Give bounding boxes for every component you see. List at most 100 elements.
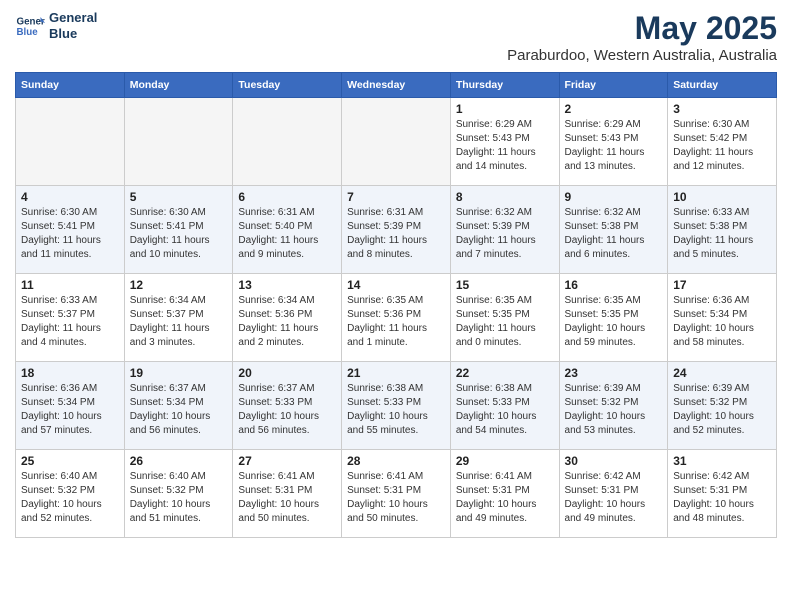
calendar-cell: 27 Sunrise: 6:41 AM Sunset: 5:31 PM Dayli… xyxy=(233,450,342,538)
header-cell-thursday: Thursday xyxy=(450,73,559,98)
day-number: 4 xyxy=(21,190,119,204)
day-number: 12 xyxy=(130,278,228,292)
calendar-cell xyxy=(233,98,342,186)
day-info: Sunrise: 6:35 AM Sunset: 5:35 PM Dayligh… xyxy=(456,294,554,350)
calendar-cell: 29Sunrise: 6:41 AM Sunset: 5:31 PM Dayli… xyxy=(450,450,559,538)
day-info: Sunrise: 6:36 AM Sunset: 5:34 PM Dayligh… xyxy=(673,294,771,350)
day-number: 2 xyxy=(565,102,663,116)
day-info: Sunrise: 6:41 AM Sunset: 5:31 PM Dayligh… xyxy=(347,470,445,526)
day-info: Sunrise: 6:29 AM Sunset: 5:43 PM Dayligh… xyxy=(565,118,663,174)
day-number: 25 xyxy=(21,454,119,468)
day-number: 22 xyxy=(456,366,554,380)
calendar-cell: 30Sunrise: 6:42 AM Sunset: 5:31 PM Dayli… xyxy=(559,450,668,538)
logo-text-general: General xyxy=(49,10,97,26)
header-cell-monday: Monday xyxy=(124,73,233,98)
calendar-cell: 17 Sunrise: 6:36 AM Sunset: 5:34 PM Dayli… xyxy=(668,274,777,362)
day-info: Sunrise: 6:35 AM Sunset: 5:36 PM Dayligh… xyxy=(347,294,445,350)
day-number: 23 xyxy=(565,366,663,380)
subtitle: Paraburdoo, Western Australia, Australia xyxy=(507,47,777,64)
day-number: 28 xyxy=(347,454,445,468)
logo: General Blue General Blue xyxy=(15,10,97,41)
day-number: 18 xyxy=(21,366,119,380)
calendar-cell: 15 Sunrise: 6:35 AM Sunset: 5:35 PM Dayli… xyxy=(450,274,559,362)
day-info: Sunrise: 6:40 AM Sunset: 5:32 PM Dayligh… xyxy=(130,470,228,526)
logo-text-blue: Blue xyxy=(49,26,97,42)
day-number: 10 xyxy=(673,190,771,204)
day-info: Sunrise: 6:30 AM Sunset: 5:41 PM Dayligh… xyxy=(21,206,119,262)
calendar-cell: 3 Sunrise: 6:30 AM Sunset: 5:42 PM Daylig… xyxy=(668,98,777,186)
day-info: Sunrise: 6:42 AM Sunset: 5:31 PM Dayligh… xyxy=(565,470,663,526)
day-info: Sunrise: 6:32 AM Sunset: 5:38 PM Dayligh… xyxy=(565,206,663,262)
day-info: Sunrise: 6:36 AM Sunset: 5:34 PM Dayligh… xyxy=(21,382,119,438)
header-cell-sunday: Sunday xyxy=(16,73,125,98)
day-info: Sunrise: 6:38 AM Sunset: 5:33 PM Dayligh… xyxy=(456,382,554,438)
calendar-cell: 8Sunrise: 6:32 AM Sunset: 5:39 PM Daylig… xyxy=(450,186,559,274)
calendar-cell: 1 Sunrise: 6:29 AM Sunset: 5:43 PM Daylig… xyxy=(450,98,559,186)
day-number: 15 xyxy=(456,278,554,292)
calendar-table: SundayMondayTuesdayWednesdayThursdayFrid… xyxy=(15,72,777,538)
calendar-cell: 6 Sunrise: 6:31 AM Sunset: 5:40 PM Daylig… xyxy=(233,186,342,274)
day-info: Sunrise: 6:30 AM Sunset: 5:41 PM Dayligh… xyxy=(130,206,228,262)
header-row: SundayMondayTuesdayWednesdayThursdayFrid… xyxy=(16,73,777,98)
calendar-cell: 28 Sunrise: 6:41 AM Sunset: 5:31 PM Dayli… xyxy=(342,450,451,538)
day-info: Sunrise: 6:30 AM Sunset: 5:42 PM Dayligh… xyxy=(673,118,771,174)
day-info: Sunrise: 6:37 AM Sunset: 5:34 PM Dayligh… xyxy=(130,382,228,438)
day-info: Sunrise: 6:31 AM Sunset: 5:40 PM Dayligh… xyxy=(238,206,336,262)
day-number: 17 xyxy=(673,278,771,292)
calendar-cell: 21 Sunrise: 6:38 AM Sunset: 5:33 PM Dayli… xyxy=(342,362,451,450)
calendar-week-5: 25 Sunrise: 6:40 AM Sunset: 5:32 PM Dayli… xyxy=(16,450,777,538)
day-info: Sunrise: 6:41 AM Sunset: 5:31 PM Dayligh… xyxy=(238,470,336,526)
day-info: Sunrise: 6:40 AM Sunset: 5:32 PM Dayligh… xyxy=(21,470,119,526)
day-number: 5 xyxy=(130,190,228,204)
day-info: Sunrise: 6:37 AM Sunset: 5:33 PM Dayligh… xyxy=(238,382,336,438)
day-number: 20 xyxy=(238,366,336,380)
day-number: 24 xyxy=(673,366,771,380)
header-cell-tuesday: Tuesday xyxy=(233,73,342,98)
calendar-cell: 19Sunrise: 6:37 AM Sunset: 5:34 PM Dayli… xyxy=(124,362,233,450)
day-number: 1 xyxy=(456,102,554,116)
calendar-cell: 4 Sunrise: 6:30 AM Sunset: 5:41 PM Daylig… xyxy=(16,186,125,274)
day-number: 14 xyxy=(347,278,445,292)
svg-text:Blue: Blue xyxy=(17,27,39,38)
calendar-cell xyxy=(124,98,233,186)
calendar-cell: 25 Sunrise: 6:40 AM Sunset: 5:32 PM Dayli… xyxy=(16,450,125,538)
header-cell-wednesday: Wednesday xyxy=(342,73,451,98)
day-info: Sunrise: 6:39 AM Sunset: 5:32 PM Dayligh… xyxy=(673,382,771,438)
day-number: 27 xyxy=(238,454,336,468)
header-cell-friday: Friday xyxy=(559,73,668,98)
calendar-body: 1 Sunrise: 6:29 AM Sunset: 5:43 PM Daylig… xyxy=(16,98,777,538)
day-info: Sunrise: 6:31 AM Sunset: 5:39 PM Dayligh… xyxy=(347,206,445,262)
calendar-week-3: 11Sunrise: 6:33 AM Sunset: 5:37 PM Dayli… xyxy=(16,274,777,362)
day-info: Sunrise: 6:38 AM Sunset: 5:33 PM Dayligh… xyxy=(347,382,445,438)
calendar-cell: 16Sunrise: 6:35 AM Sunset: 5:35 PM Dayli… xyxy=(559,274,668,362)
calendar-cell: 2 Sunrise: 6:29 AM Sunset: 5:43 PM Daylig… xyxy=(559,98,668,186)
calendar-cell: 23 Sunrise: 6:39 AM Sunset: 5:32 PM Dayli… xyxy=(559,362,668,450)
calendar-cell: 31Sunrise: 6:42 AM Sunset: 5:31 PM Dayli… xyxy=(668,450,777,538)
calendar-cell: 9 Sunrise: 6:32 AM Sunset: 5:38 PM Daylig… xyxy=(559,186,668,274)
day-info: Sunrise: 6:33 AM Sunset: 5:38 PM Dayligh… xyxy=(673,206,771,262)
day-number: 9 xyxy=(565,190,663,204)
calendar-header: SundayMondayTuesdayWednesdayThursdayFrid… xyxy=(16,73,777,98)
day-number: 7 xyxy=(347,190,445,204)
calendar-cell: 11Sunrise: 6:33 AM Sunset: 5:37 PM Dayli… xyxy=(16,274,125,362)
day-number: 3 xyxy=(673,102,771,116)
day-number: 26 xyxy=(130,454,228,468)
calendar-cell: 10 Sunrise: 6:33 AM Sunset: 5:38 PM Dayli… xyxy=(668,186,777,274)
title-block: May 2025 Paraburdoo, Western Australia, … xyxy=(507,10,777,64)
calendar-cell: 7 Sunrise: 6:31 AM Sunset: 5:39 PM Daylig… xyxy=(342,186,451,274)
calendar-week-4: 18 Sunrise: 6:36 AM Sunset: 5:34 PM Dayli… xyxy=(16,362,777,450)
calendar-cell: 24 Sunrise: 6:39 AM Sunset: 5:32 PM Dayli… xyxy=(668,362,777,450)
calendar-cell xyxy=(342,98,451,186)
day-number: 6 xyxy=(238,190,336,204)
calendar-cell xyxy=(16,98,125,186)
day-number: 29 xyxy=(456,454,554,468)
day-number: 21 xyxy=(347,366,445,380)
day-info: Sunrise: 6:32 AM Sunset: 5:39 PM Dayligh… xyxy=(456,206,554,262)
calendar-cell: 5 Sunrise: 6:30 AM Sunset: 5:41 PM Daylig… xyxy=(124,186,233,274)
day-info: Sunrise: 6:39 AM Sunset: 5:32 PM Dayligh… xyxy=(565,382,663,438)
day-info: Sunrise: 6:35 AM Sunset: 5:35 PM Dayligh… xyxy=(565,294,663,350)
logo-icon: General Blue xyxy=(15,11,45,41)
day-info: Sunrise: 6:29 AM Sunset: 5:43 PM Dayligh… xyxy=(456,118,554,174)
page-header: General Blue General Blue May 2025 Parab… xyxy=(15,10,777,64)
calendar-cell: 13Sunrise: 6:34 AM Sunset: 5:36 PM Dayli… xyxy=(233,274,342,362)
